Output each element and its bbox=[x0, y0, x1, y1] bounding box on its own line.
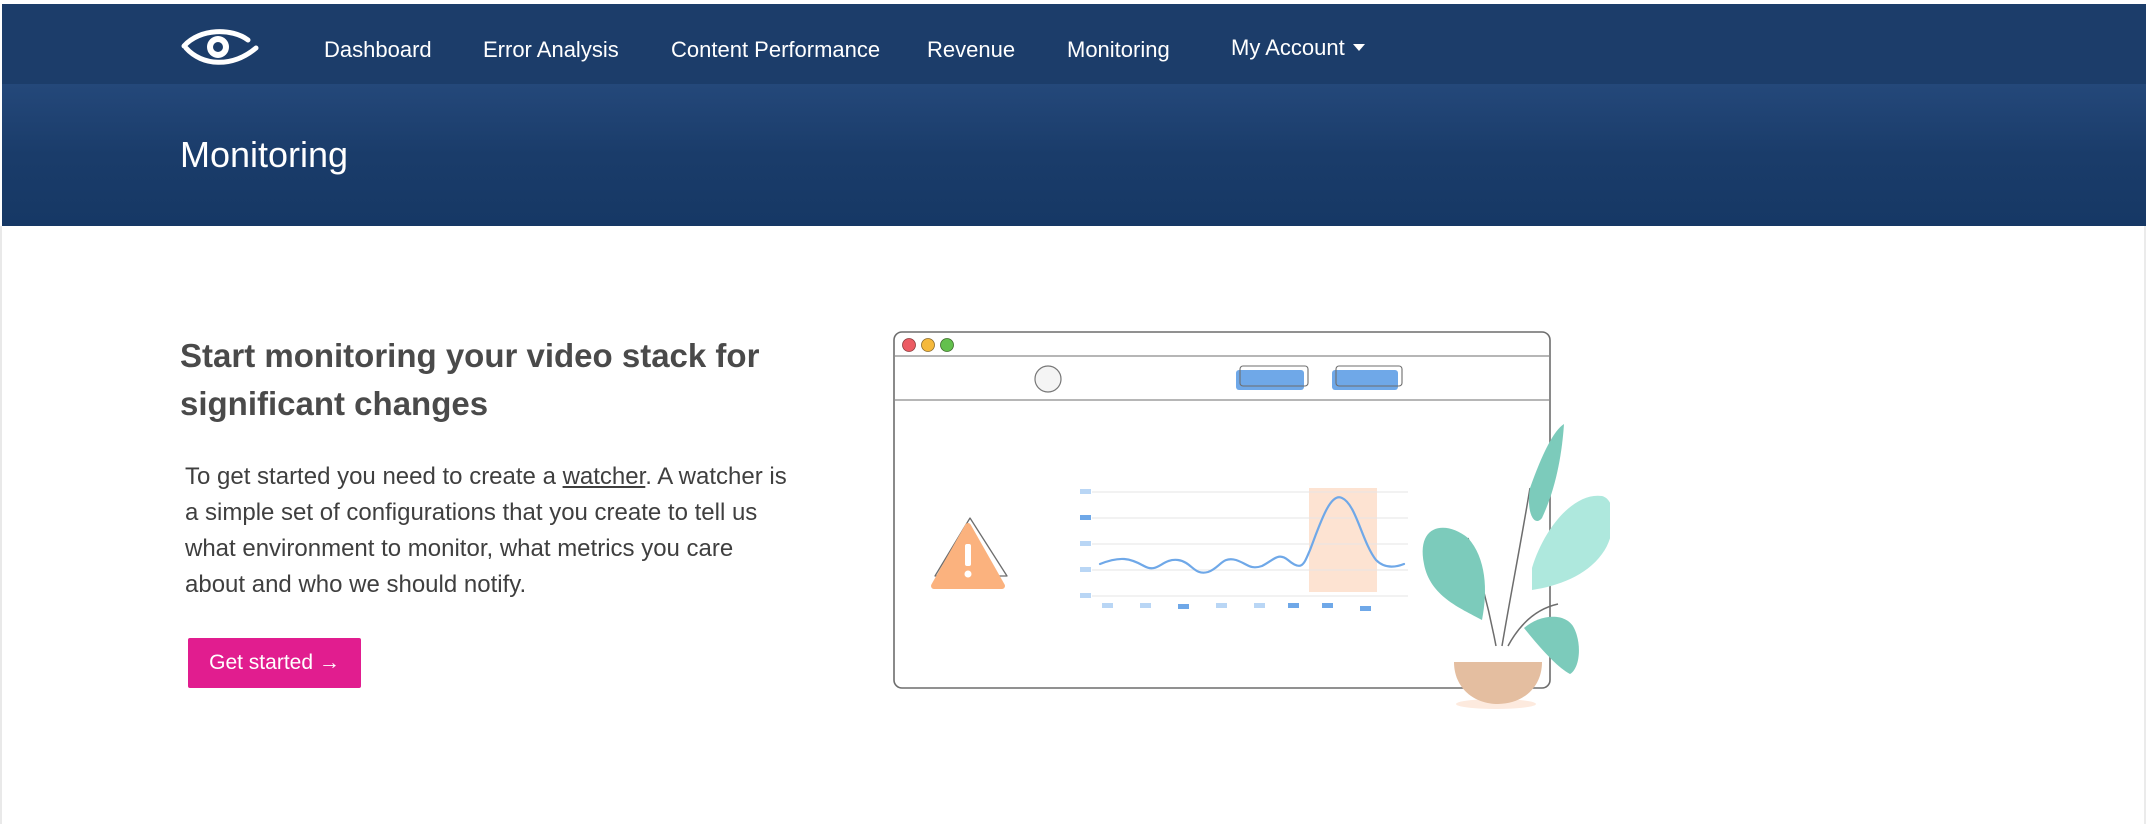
get-started-label: Get started bbox=[209, 651, 314, 674]
page-title: Monitoring bbox=[180, 134, 349, 175]
page-header: Monitoring bbox=[2, 84, 2146, 226]
top-navbar: Dashboard Error Analysis Content Perform… bbox=[2, 4, 2146, 86]
content-border-right bbox=[2144, 226, 2146, 824]
nav-item-error-analysis[interactable]: Error Analysis bbox=[483, 4, 619, 84]
nav-item-label: Dashboard bbox=[324, 37, 432, 62]
main-description: To get started you need to create a watc… bbox=[185, 459, 790, 603]
caret-down-icon bbox=[1352, 43, 1365, 51]
content-border-left bbox=[0, 226, 2, 824]
nav-item-label: Revenue bbox=[927, 37, 1016, 62]
monitoring-illustration bbox=[893, 331, 1610, 709]
get-started-button[interactable]: Get started → bbox=[188, 638, 361, 688]
nav-item-label: Monitoring bbox=[1067, 37, 1170, 62]
main-headline: Start monitoring your video stack for si… bbox=[180, 337, 760, 422]
button-placeholder bbox=[1332, 370, 1398, 390]
nav-item-my-account[interactable]: My Account bbox=[1231, 4, 1365, 84]
eye-logo-icon[interactable] bbox=[180, 26, 260, 70]
nav-item-content-performance[interactable]: Content Performance bbox=[671, 4, 880, 84]
avatar-placeholder bbox=[1034, 365, 1062, 393]
nav-item-label: Content Performance bbox=[671, 37, 881, 62]
watcher-link[interactable]: watcher bbox=[563, 463, 646, 490]
nav-item-revenue[interactable]: Revenue bbox=[927, 4, 1015, 84]
browser-window-illustration bbox=[893, 331, 1551, 689]
page: Dashboard Error Analysis Content Perform… bbox=[0, 0, 2152, 824]
nav-item-monitoring[interactable]: Monitoring bbox=[1067, 4, 1170, 86]
nav-item-dashboard[interactable]: Dashboard bbox=[324, 4, 432, 84]
nav-item-label: Error Analysis bbox=[483, 37, 619, 62]
arrow-right-icon: → bbox=[318, 651, 340, 674]
button-placeholder bbox=[1236, 370, 1304, 390]
window-maximize-dot bbox=[940, 338, 954, 352]
window-minimize-dot bbox=[921, 338, 935, 352]
window-close-dot bbox=[902, 338, 916, 352]
description-text: To get started you need to create a bbox=[185, 463, 563, 490]
nav-item-label: My Account bbox=[1231, 35, 1345, 60]
